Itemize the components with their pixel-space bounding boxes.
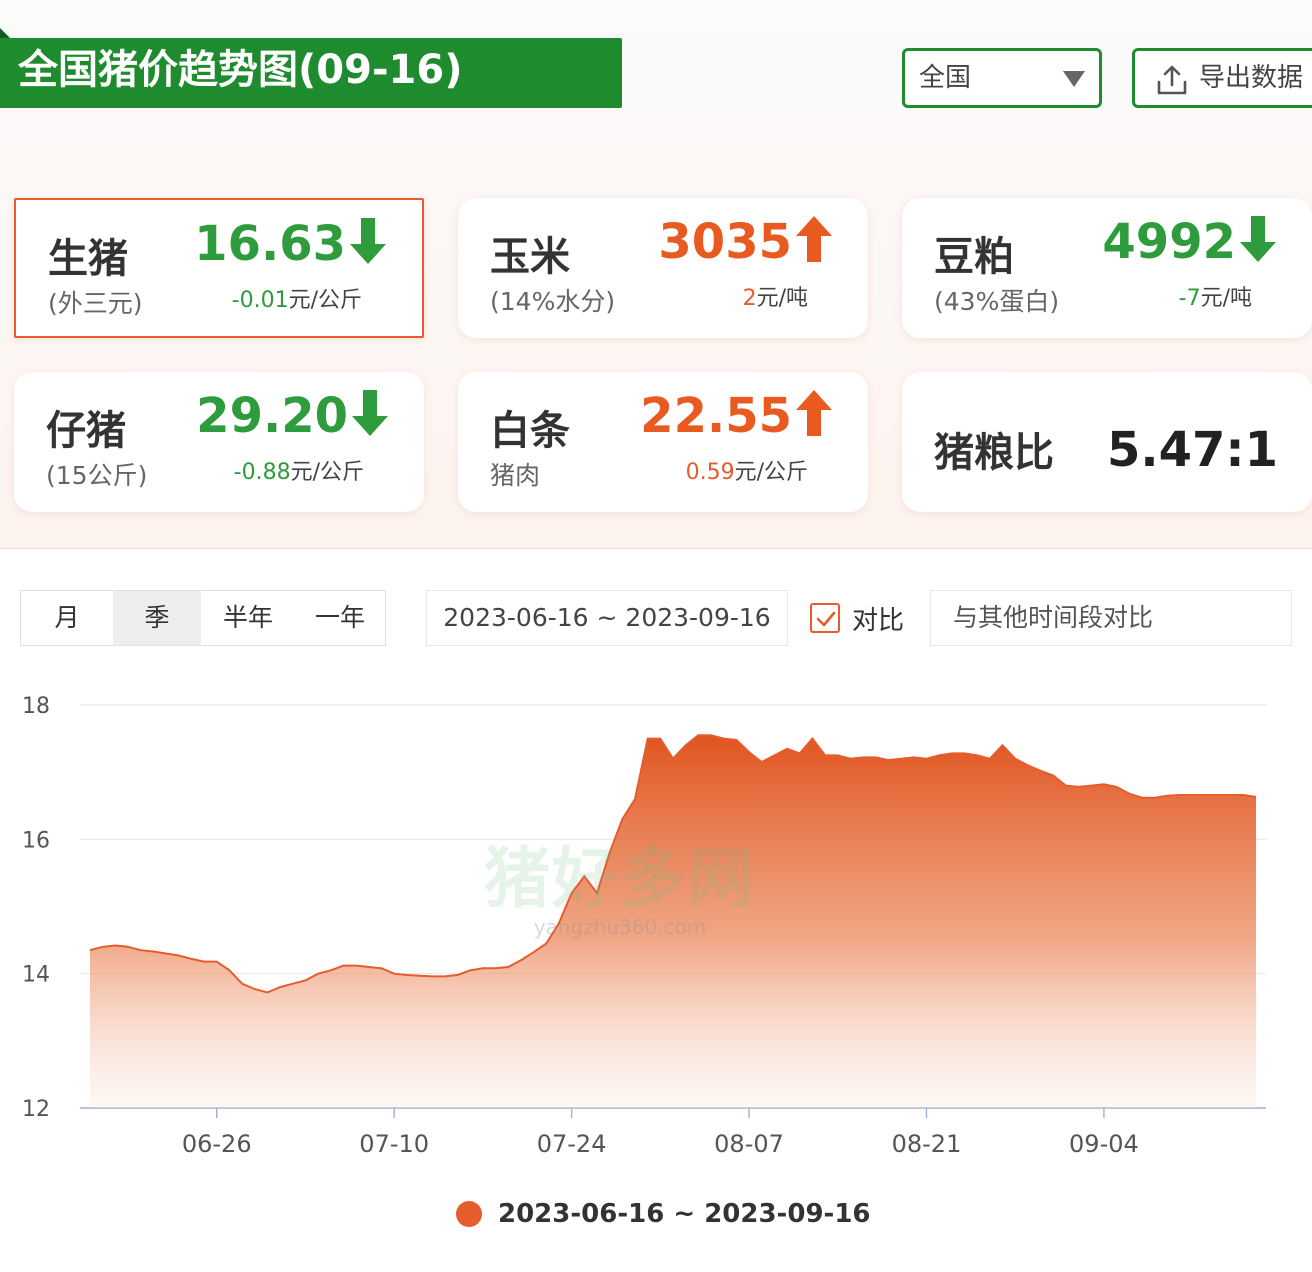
- card-change: 0.59元/公斤: [686, 454, 808, 486]
- card-change-unit: 元/吨: [756, 286, 808, 311]
- legend-label: 2023-06-16 ~ 2023-09-16: [498, 1199, 871, 1229]
- card-value: 4992: [1102, 214, 1236, 270]
- card-change: -0.88元/公斤: [234, 454, 364, 486]
- tab-quarter[interactable]: 季: [113, 591, 201, 645]
- card-change-unit: 元/吨: [1200, 286, 1252, 311]
- card-change: -7元/吨: [1179, 280, 1252, 312]
- card-name: 玉米: [490, 234, 570, 280]
- card-change-value: -0.01: [231, 288, 289, 313]
- compare-label: 对比: [852, 606, 905, 636]
- arrow-down-icon: [1240, 216, 1276, 262]
- arrow-up-icon: [796, 216, 832, 262]
- section-divider: [0, 548, 1312, 549]
- card-value: 29.20: [196, 388, 348, 444]
- x-tick-label: 06-26: [182, 1130, 252, 1158]
- export-data-label: 导出数据: [1199, 63, 1304, 93]
- legend-marker: [456, 1201, 482, 1227]
- tab-half-year[interactable]: 半年: [201, 591, 295, 645]
- export-data-button[interactable]: 导出数据: [1132, 48, 1312, 108]
- card-piglet[interactable]: 仔猪 (15公斤) 29.20 -0.88元/公斤: [14, 372, 424, 512]
- x-tick-label: 07-24: [537, 1130, 607, 1158]
- card-sub: (14%水分): [490, 287, 616, 316]
- card-change-value: -0.88: [233, 460, 291, 485]
- compare-period-input[interactable]: 与其他时间段对比: [930, 590, 1292, 646]
- card-change-value: 0.59: [685, 460, 735, 485]
- chart-legend[interactable]: 2023-06-16 ~ 2023-09-16: [456, 1198, 871, 1230]
- upload-icon: [1157, 65, 1187, 95]
- card-change-value: -7: [1178, 286, 1201, 311]
- compare-checkbox[interactable]: [810, 603, 840, 633]
- card-name: 仔猪: [46, 408, 126, 454]
- card-soybean-meal[interactable]: 豆粕 (43%蛋白) 4992 -7元/吨: [902, 198, 1312, 338]
- card-name: 猪粮比: [934, 430, 1054, 476]
- y-tick-label: 12: [22, 1097, 50, 1122]
- card-hog-grain-ratio[interactable]: 猪粮比 5.47:1: [902, 372, 1312, 512]
- card-change-unit: 元/公斤: [290, 460, 364, 485]
- series-area: [90, 735, 1256, 1108]
- page-title: 全国猪价趋势图(09-16): [0, 38, 622, 108]
- card-live-hog[interactable]: 生猪 (外三元) 16.63 -0.01元/公斤: [14, 198, 424, 338]
- x-tick-label: 08-07: [714, 1130, 784, 1158]
- x-tick-label: 09-04: [1069, 1130, 1139, 1158]
- card-change: 2元/吨: [743, 280, 808, 312]
- card-change-value: 2: [742, 286, 757, 311]
- card-sub: (外三元): [48, 289, 143, 318]
- card-sub: (15公斤): [46, 461, 148, 490]
- card-pork-carcass[interactable]: 白条 猪肉 22.55 0.59元/公斤: [458, 372, 868, 512]
- card-sub: 猪肉: [490, 461, 541, 490]
- arrow-down-icon: [352, 390, 388, 436]
- price-trend-chart: 12 14 16 18 06-26 07-10 07-24 08-07 08-21 09-04: [22, 694, 1266, 1158]
- caret-down-icon: [1063, 71, 1085, 87]
- arrow-up-icon: [796, 390, 832, 436]
- card-name: 生猪: [48, 236, 128, 282]
- region-select-value: 全国: [919, 63, 972, 93]
- card-value: 16.63: [194, 216, 346, 272]
- card-corn[interactable]: 玉米 (14%水分) 3035 2元/吨: [458, 198, 868, 338]
- date-range-picker[interactable]: 2023-06-16 ~ 2023-09-16: [426, 590, 788, 646]
- card-change-unit: 元/公斤: [288, 288, 362, 313]
- y-tick-label: 16: [22, 828, 50, 853]
- card-name: 白条: [490, 408, 570, 454]
- y-tick-label: 14: [22, 963, 50, 988]
- card-ratio-value: 5.47:1: [1106, 422, 1278, 478]
- card-sub: (43%蛋白): [934, 287, 1060, 316]
- check-icon: [816, 611, 836, 627]
- card-value: 22.55: [640, 388, 792, 444]
- card-name: 豆粕: [934, 234, 1014, 280]
- x-tick-label: 07-10: [359, 1130, 429, 1158]
- tab-one-year[interactable]: 一年: [295, 591, 385, 645]
- card-change-unit: 元/公斤: [734, 460, 808, 485]
- card-value: 3035: [658, 214, 792, 270]
- period-tabs: 月 季 半年 一年: [20, 590, 386, 646]
- tab-month[interactable]: 月: [21, 591, 113, 645]
- arrow-down-icon: [350, 218, 386, 264]
- card-change: -0.01元/公斤: [232, 282, 362, 314]
- y-tick-label: 18: [22, 694, 50, 719]
- x-tick-label: 08-21: [892, 1130, 962, 1158]
- region-select[interactable]: 全国: [902, 48, 1102, 108]
